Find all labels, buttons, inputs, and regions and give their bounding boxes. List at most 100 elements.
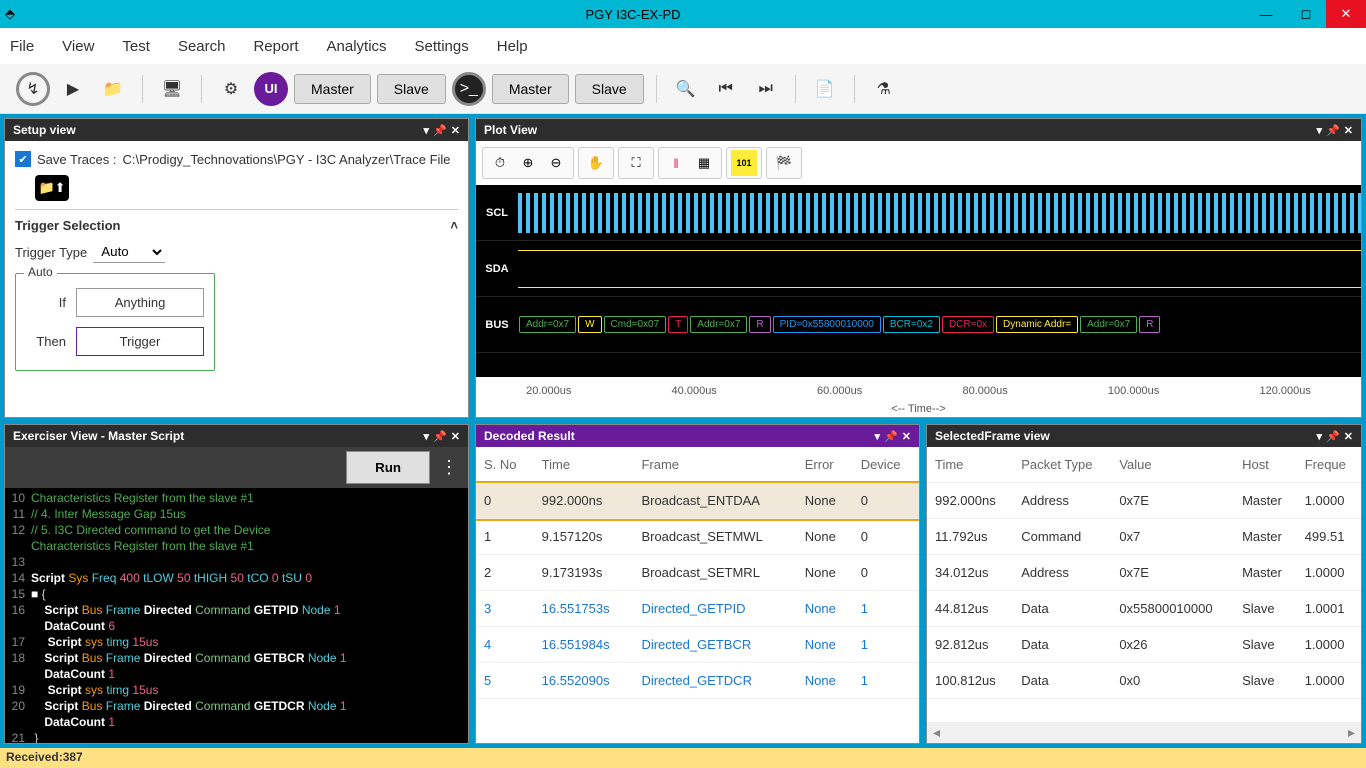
- titlebar: ⬘ PGY I3C-EX-PD — ◻ ✕: [0, 0, 1366, 28]
- menu-help[interactable]: Help: [497, 38, 528, 55]
- search-icon[interactable]: 🔍: [669, 72, 703, 106]
- slave-toggle-1[interactable]: Slave: [377, 74, 446, 104]
- scroll-right-icon[interactable]: ▸: [1348, 724, 1355, 741]
- more-icon[interactable]: ⋮: [434, 451, 464, 484]
- table-row[interactable]: 316.551753sDirected_GETPIDNone1: [476, 591, 919, 627]
- stopwatch-icon[interactable]: ⏱: [487, 150, 513, 176]
- close-icon[interactable]: ✕: [1344, 124, 1353, 137]
- divider: [142, 75, 143, 103]
- next-icon[interactable]: ⏭: [749, 72, 783, 106]
- table-row[interactable]: 92.812usData0x26Slave1.0000: [927, 627, 1361, 663]
- pin-icon[interactable]: 📌: [433, 124, 447, 137]
- plot-canvas[interactable]: SCL SDA BUS Addr=0x7WCmd=0x07TAddr=0x7RP…: [476, 185, 1361, 377]
- pin-icon[interactable]: 📌: [1326, 124, 1340, 137]
- bus-segment: DCR=0x: [942, 316, 994, 333]
- table-row[interactable]: 19.157120sBroadcast_SETMWLNone0: [476, 519, 919, 555]
- table-row[interactable]: 44.812usData0x55800010000Slave1.0001: [927, 591, 1361, 627]
- script-line: 18 Script Bus Frame Directed Command GET…: [5, 650, 468, 666]
- maximize-button[interactable]: ◻: [1286, 0, 1326, 28]
- zoom-out-icon[interactable]: ⊖: [543, 150, 569, 176]
- close-icon[interactable]: ✕: [902, 430, 911, 443]
- column-header[interactable]: Value: [1111, 447, 1234, 483]
- master-toggle-2[interactable]: Master: [492, 74, 569, 104]
- pan-icon[interactable]: ✋: [583, 150, 609, 176]
- dropdown-icon[interactable]: ▾: [875, 430, 881, 443]
- close-icon[interactable]: ✕: [451, 124, 460, 137]
- then-label: Then: [26, 334, 66, 349]
- divider: [201, 75, 202, 103]
- folder-icon[interactable]: 📁: [96, 72, 130, 106]
- prev-icon[interactable]: ⏮: [709, 72, 743, 106]
- capture-icon[interactable]: ↯: [16, 72, 50, 106]
- menu-view[interactable]: View: [62, 38, 94, 55]
- time-tick: 60.000us: [817, 385, 862, 397]
- pin-icon[interactable]: 📌: [884, 430, 898, 443]
- script-editor[interactable]: 10Characteristics Register from the slav…: [5, 488, 468, 743]
- table-row[interactable]: 992.000nsAddress0x7EMaster1.0000: [927, 483, 1361, 519]
- menu-settings[interactable]: Settings: [415, 38, 469, 55]
- document-icon[interactable]: 📄: [808, 72, 842, 106]
- ui-badge[interactable]: UI: [254, 72, 288, 106]
- table-row[interactable]: 11.792usCommand0x7Master499.51: [927, 519, 1361, 555]
- plot-panel: Plot View ▾ 📌 ✕ ⏱ ⊕ ⊖ ✋ ⛶ ‖ ▦ 101: [475, 118, 1362, 418]
- script-line: DataCount 1: [5, 666, 468, 682]
- close-icon[interactable]: ✕: [451, 430, 460, 443]
- column-header[interactable]: Device: [853, 447, 919, 483]
- grid-icon[interactable]: ▦: [691, 150, 717, 176]
- collapse-icon[interactable]: ˄: [450, 218, 458, 233]
- table-row[interactable]: 416.551984sDirected_GETBCRNone1: [476, 627, 919, 663]
- play-icon[interactable]: ▶: [56, 72, 90, 106]
- digital-icon[interactable]: 101: [731, 150, 757, 176]
- time-tick: 120.000us: [1259, 385, 1310, 397]
- column-header[interactable]: Error: [797, 447, 853, 483]
- then-action-button[interactable]: Trigger: [76, 327, 204, 356]
- cursor-icon[interactable]: ‖: [663, 150, 689, 176]
- column-header[interactable]: Host: [1234, 447, 1297, 483]
- column-header[interactable]: S. No: [476, 447, 534, 483]
- close-icon[interactable]: ✕: [1344, 430, 1353, 443]
- column-header[interactable]: Frame: [633, 447, 796, 483]
- menu-test[interactable]: Test: [122, 38, 150, 55]
- run-button[interactable]: Run: [346, 451, 430, 484]
- upload-folder-button[interactable]: 📁⬆: [35, 175, 69, 201]
- dropdown-icon[interactable]: ▾: [1317, 430, 1323, 443]
- trigger-type-select[interactable]: Auto: [93, 241, 165, 263]
- zoom-in-icon[interactable]: ⊕: [515, 150, 541, 176]
- fit-icon[interactable]: ⛶: [623, 150, 649, 176]
- bus-segment: Addr=0x7: [519, 316, 576, 333]
- if-condition-button[interactable]: Anything: [76, 288, 204, 317]
- dropdown-icon[interactable]: ▾: [424, 124, 430, 137]
- menu-file[interactable]: File: [10, 38, 34, 55]
- menu-analytics[interactable]: Analytics: [327, 38, 387, 55]
- settings-icon[interactable]: ⚙: [214, 72, 248, 106]
- close-button[interactable]: ✕: [1326, 0, 1366, 28]
- pin-icon[interactable]: 📌: [1326, 430, 1340, 443]
- table-row[interactable]: 516.552090sDirected_GETDCRNone1: [476, 663, 919, 699]
- column-header[interactable]: Time: [534, 447, 634, 483]
- master-toggle-1[interactable]: Master: [294, 74, 371, 104]
- divider: [656, 75, 657, 103]
- dropdown-icon[interactable]: ▾: [1317, 124, 1323, 137]
- menu-report[interactable]: Report: [253, 38, 298, 55]
- slave-toggle-2[interactable]: Slave: [575, 74, 644, 104]
- column-header[interactable]: Freque: [1297, 447, 1361, 483]
- table-row[interactable]: 29.173193sBroadcast_SETMRLNone0: [476, 555, 919, 591]
- save-traces-checkbox[interactable]: ✔: [15, 151, 31, 167]
- console-icon[interactable]: >_: [452, 72, 486, 106]
- menu-search[interactable]: Search: [178, 38, 226, 55]
- table-row[interactable]: 100.812usData0x0Slave1.0000: [927, 663, 1361, 699]
- table-row[interactable]: 0992.000nsBroadcast_ENTDAANone0: [476, 483, 919, 519]
- column-header[interactable]: Packet Type: [1013, 447, 1111, 483]
- pin-icon[interactable]: 📌: [433, 430, 447, 443]
- device-icon[interactable]: 🖥: [155, 72, 189, 106]
- scroll-left-icon[interactable]: ◂: [933, 724, 940, 741]
- plugin-icon[interactable]: ⚗: [867, 72, 901, 106]
- export-icon[interactable]: 🏁: [771, 150, 797, 176]
- script-line: 19 Script sys timg 15us: [5, 682, 468, 698]
- time-tick: 100.000us: [1108, 385, 1159, 397]
- table-row[interactable]: 34.012usAddress0x7EMaster1.0000: [927, 555, 1361, 591]
- column-header[interactable]: Time: [927, 447, 1013, 483]
- minimize-button[interactable]: —: [1246, 0, 1286, 28]
- bus-label: BUS: [476, 319, 518, 331]
- dropdown-icon[interactable]: ▾: [424, 430, 430, 443]
